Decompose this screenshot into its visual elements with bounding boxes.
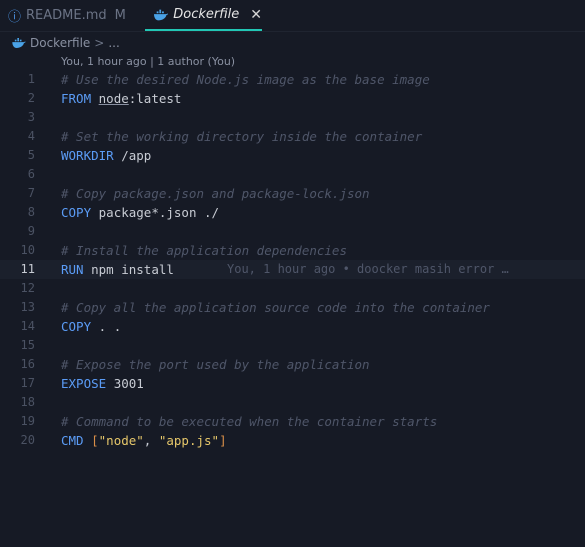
- code-content: # Expose the port used by the applicatio…: [61, 355, 370, 374]
- code-comment: # Command to be executed when the contai…: [61, 414, 438, 429]
- modified-badge: M: [114, 7, 126, 23]
- code-argument: /app: [121, 148, 152, 163]
- docker-whale-icon: [12, 38, 26, 48]
- code-keyword: RUN: [61, 262, 84, 277]
- code-keyword: WORKDIR: [61, 148, 114, 163]
- code-comment: # Copy all the application source code i…: [61, 300, 490, 315]
- code-line[interactable]: 10 # Install the application dependencies: [0, 241, 585, 260]
- code-line[interactable]: 6: [0, 165, 585, 184]
- code-content: # Use the desired Node.js image as the b…: [61, 70, 430, 89]
- line-number: 5: [27, 148, 35, 162]
- code-line[interactable]: 2 FROM node:latest: [0, 89, 585, 108]
- code-line[interactable]: 16 # Expose the port used by the applicat…: [0, 355, 585, 374]
- code-keyword: EXPOSE: [61, 376, 107, 391]
- code-keyword: FROM: [61, 91, 92, 106]
- code-content: CMD ["node", "app.js"]: [61, 431, 227, 450]
- code-content: # Install the application dependencies: [61, 241, 347, 260]
- breadcrumb-file[interactable]: Dockerfile: [30, 36, 90, 50]
- breadcrumb-more[interactable]: ...: [108, 36, 119, 50]
- code-line[interactable]: 4 # Set the working directory inside the …: [0, 127, 585, 146]
- code-content: # Copy package.json and package-lock.jso…: [61, 184, 370, 203]
- breadcrumb: Dockerfile > ...: [0, 33, 120, 53]
- line-number: 13: [20, 300, 35, 314]
- code-content: WORKDIR /app: [61, 146, 151, 165]
- code-content: EXPOSE 3001: [61, 374, 144, 393]
- code-line[interactable]: 20 CMD ["node", "app.js"]: [0, 431, 585, 450]
- code-content: # Command to be executed when the contai…: [61, 412, 437, 431]
- code-line[interactable]: 19 # Command to be executed when the cont…: [0, 412, 585, 431]
- code-string: "app.js": [158, 433, 220, 448]
- code-line[interactable]: 5 WORKDIR /app: [0, 146, 585, 165]
- close-icon[interactable]: ✕: [250, 7, 262, 23]
- code-line[interactable]: 7 # Copy package.json and package-lock.js…: [0, 184, 585, 203]
- line-number: 7: [27, 186, 35, 200]
- code-line[interactable]: 15: [0, 336, 585, 355]
- code-comment: # Install the application dependencies: [61, 243, 347, 258]
- code-content: FROM node:latest: [61, 89, 181, 108]
- editor-window: ⓘ README.md M Dockerfile ✕ Dockerfile >: [0, 0, 585, 547]
- code-bracket: ]: [219, 433, 227, 448]
- tab-bar: ⓘ README.md M Dockerfile ✕: [0, 0, 585, 32]
- line-number: 9: [27, 224, 35, 238]
- line-number: 15: [20, 338, 35, 352]
- code-comment: # Copy package.json and package-lock.jso…: [61, 186, 370, 201]
- code-line[interactable]: 13 # Copy all the application source code…: [0, 298, 585, 317]
- tab-dockerfile[interactable]: Dockerfile ✕: [145, 0, 262, 31]
- code-comment: # Use the desired Node.js image as the b…: [61, 72, 430, 87]
- blame-header[interactable]: You, 1 hour ago | 1 author (You): [61, 53, 235, 71]
- code-line[interactable]: 18: [0, 393, 585, 412]
- line-number: 14: [20, 319, 35, 333]
- code-content: # Copy all the application source code i…: [61, 298, 490, 317]
- line-number: 1: [27, 72, 35, 86]
- code-comment: # Expose the port used by the applicatio…: [61, 357, 370, 372]
- code-comment: # Set the working directory inside the c…: [61, 129, 423, 144]
- line-number: 20: [20, 433, 35, 447]
- line-number: 3: [27, 110, 35, 124]
- chevron-right-icon: >: [94, 36, 105, 50]
- code-line[interactable]: 12: [0, 279, 585, 298]
- line-number: 10: [20, 243, 35, 257]
- code-argument: node: [98, 91, 129, 106]
- tab-readme[interactable]: ⓘ README.md M: [0, 0, 126, 30]
- code-keyword: COPY: [61, 205, 92, 220]
- code-argument: package*.json ./: [98, 205, 220, 220]
- line-number: 12: [20, 281, 35, 295]
- code-argument: . .: [98, 319, 122, 334]
- tab-label: README.md: [26, 7, 107, 23]
- line-number: 17: [20, 376, 35, 390]
- code-bracket: [: [91, 433, 99, 448]
- docker-whale-icon: [154, 9, 169, 20]
- code-keyword: COPY: [61, 319, 92, 334]
- line-number: 18: [20, 395, 35, 409]
- code-line[interactable]: 17 EXPOSE 3001: [0, 374, 585, 393]
- code-line[interactable]: 1 # Use the desired Node.js image as the …: [0, 70, 585, 89]
- code-editor[interactable]: 1 # Use the desired Node.js image as the …: [0, 70, 585, 450]
- code-keyword: CMD: [61, 433, 84, 448]
- line-number: 16: [20, 357, 35, 371]
- code-argument: 3001: [113, 376, 144, 391]
- code-content: # Set the working directory inside the c…: [61, 127, 422, 146]
- code-line[interactable]: 3: [0, 108, 585, 127]
- line-number: 2: [27, 91, 35, 105]
- tab-label: Dockerfile: [173, 7, 240, 22]
- code-string: "node": [98, 433, 144, 448]
- line-number: 19: [20, 414, 35, 428]
- code-content: RUN npm install: [61, 260, 174, 279]
- info-icon: ⓘ: [8, 9, 22, 25]
- line-number: 8: [27, 205, 35, 219]
- code-argument: :latest: [128, 91, 182, 106]
- code-line[interactable]: 9: [0, 222, 585, 241]
- code-content: COPY . .: [61, 317, 121, 336]
- code-argument: npm install: [91, 262, 174, 277]
- code-content: COPY package*.json ./: [61, 203, 219, 222]
- line-number: 4: [27, 129, 35, 143]
- code-punct: ,: [143, 433, 159, 448]
- code-line[interactable]: 8 COPY package*.json ./: [0, 203, 585, 222]
- inline-blame-annotation: You, 1 hour ago • doocker masih error …: [227, 262, 509, 276]
- code-line[interactable]: 14 COPY . .: [0, 317, 585, 336]
- code-line[interactable]: 11 RUN npm install You, 1 hour ago • doock…: [0, 260, 585, 279]
- line-number: 6: [27, 167, 35, 181]
- line-number: 11: [20, 262, 35, 276]
